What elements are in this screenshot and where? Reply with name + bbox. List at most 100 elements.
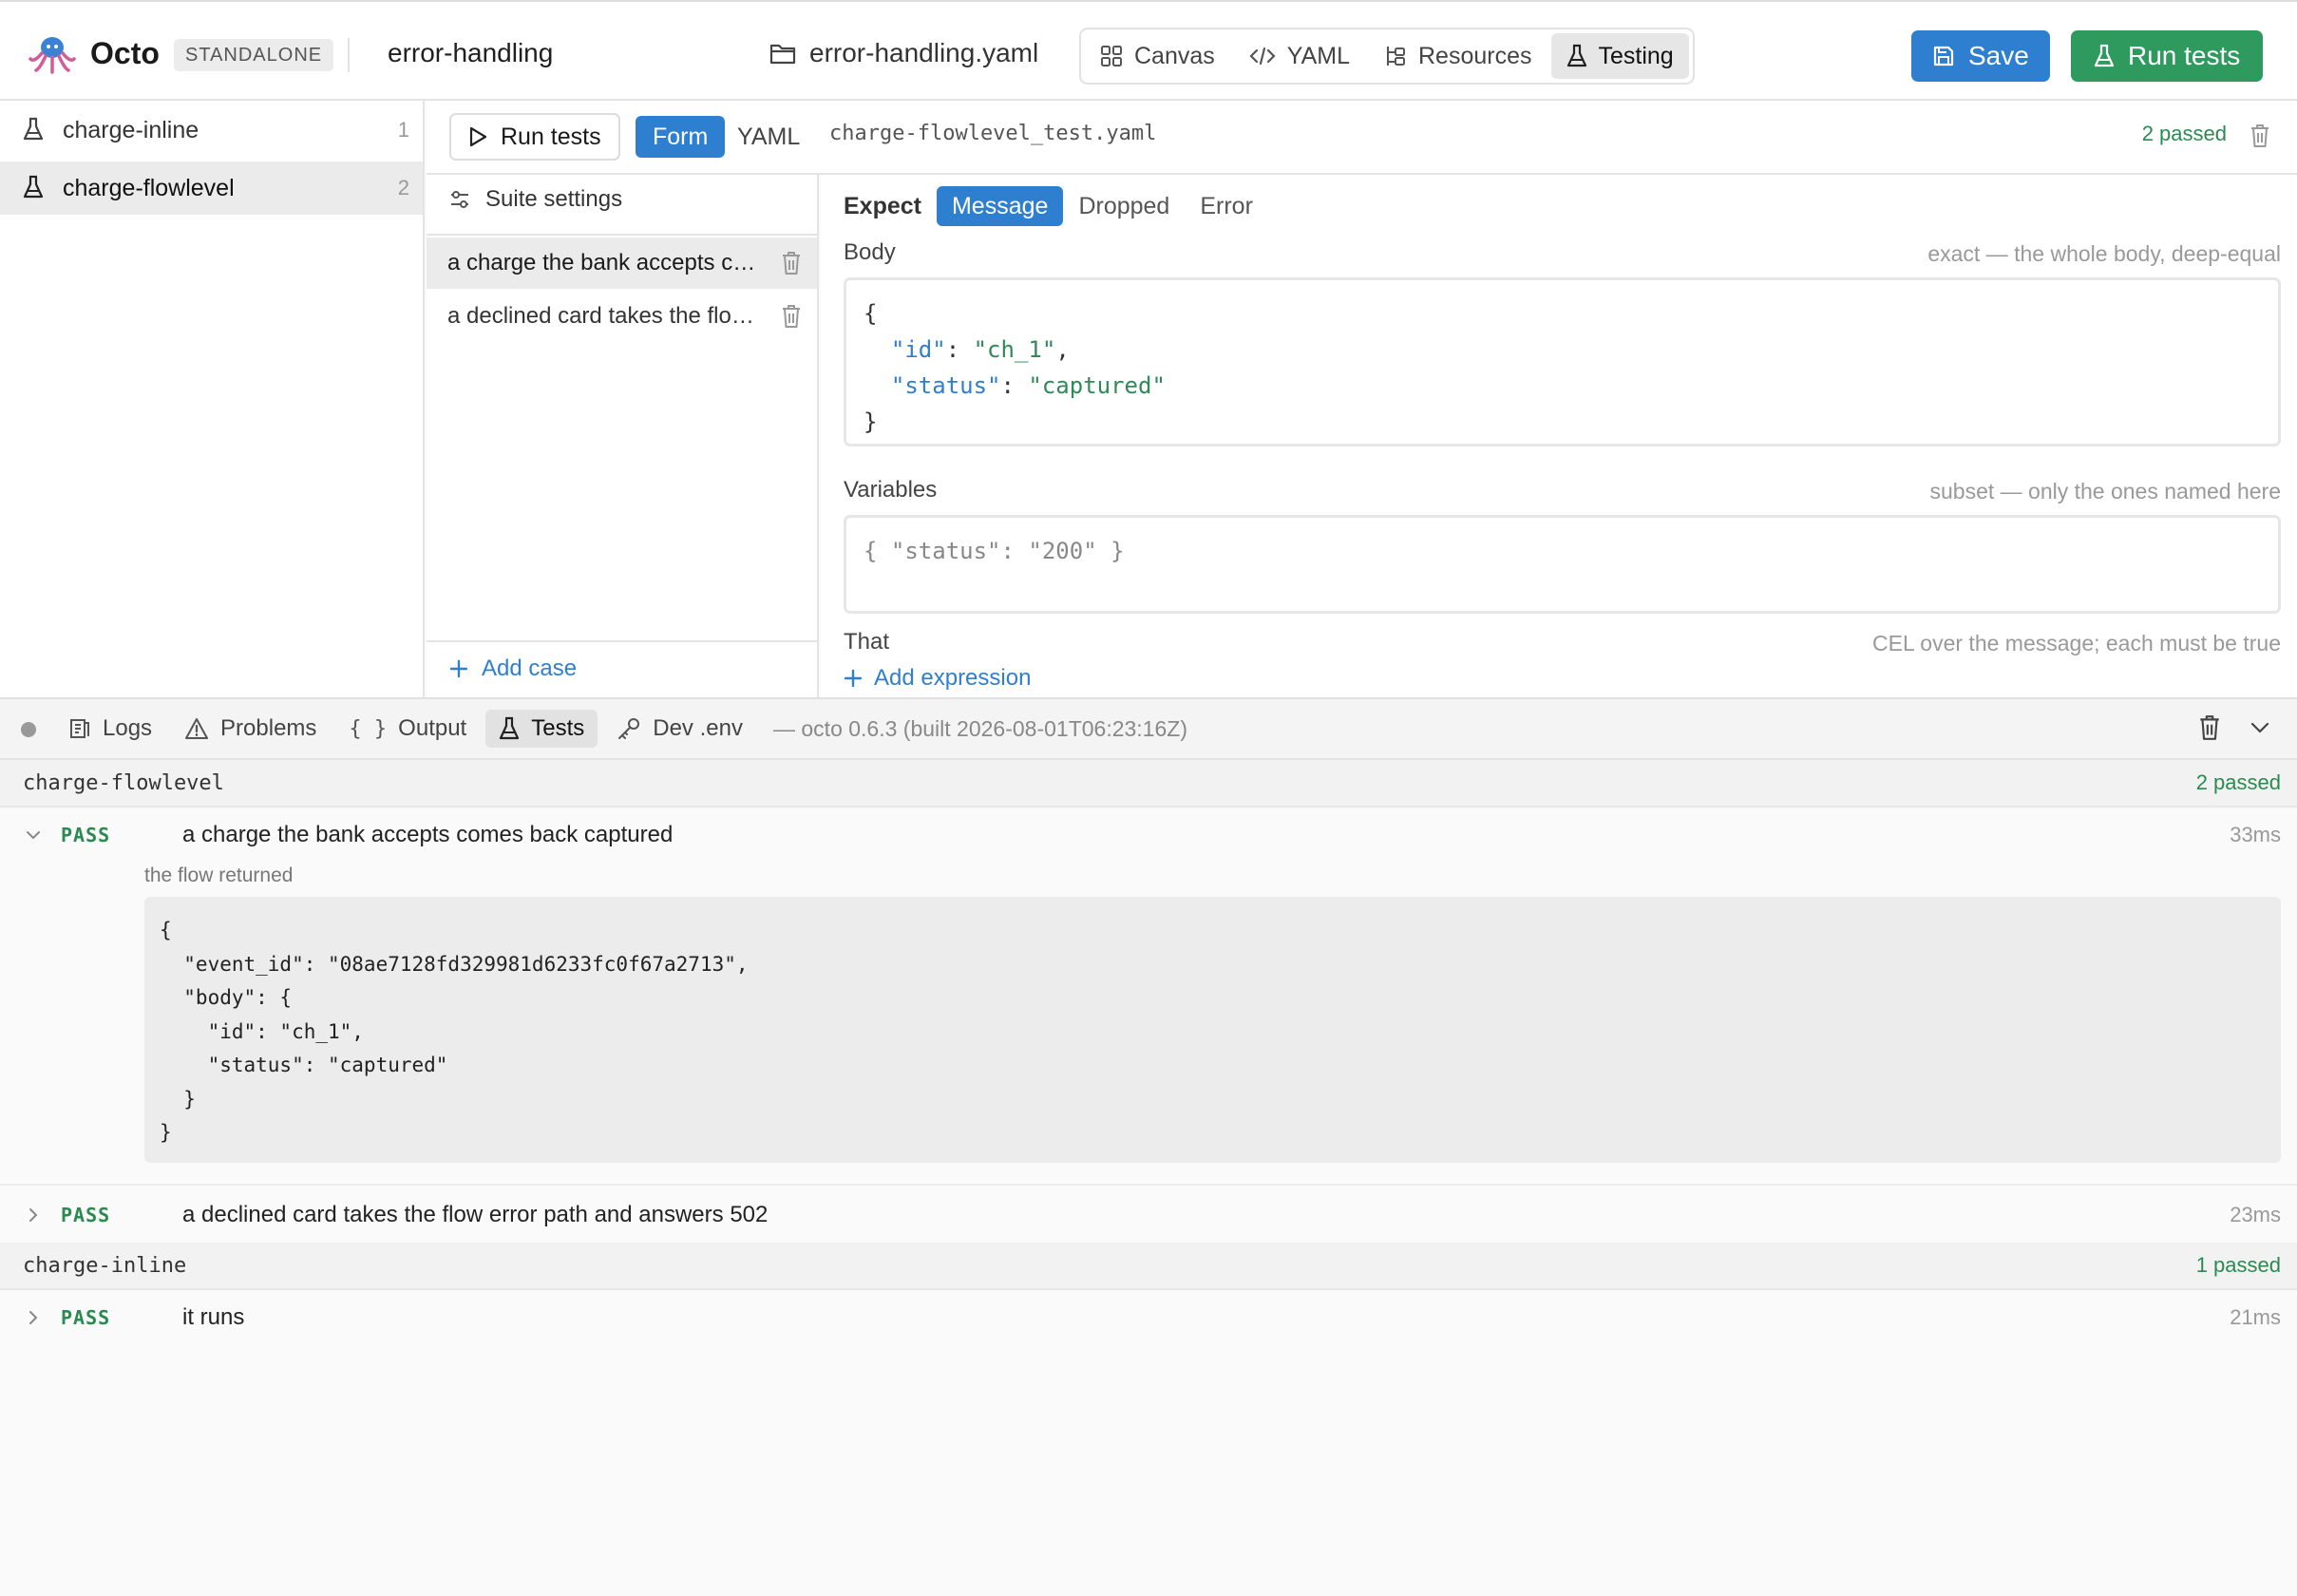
- version-label: — octo 0.6.3 (built 2026-08-01T06:23:16Z…: [773, 716, 1187, 741]
- suite-sidebar: charge-inline 1 charge-flowlevel 2: [0, 101, 425, 697]
- result-group-name: charge-flowlevel: [23, 770, 224, 795]
- variables-label: Variables: [844, 477, 938, 503]
- tab-tests[interactable]: Tests: [485, 710, 598, 748]
- that-hint: CEL over the message; each must be true: [1872, 631, 2281, 656]
- variables-editor[interactable]: { "status": "200" }: [844, 515, 2281, 614]
- collapse-panel-chevron-down-icon[interactable]: [2250, 720, 2270, 735]
- result-row[interactable]: PASS it runs 21ms: [0, 1292, 2297, 1343]
- run-tests-button[interactable]: Run tests: [2071, 30, 2264, 82]
- flow-file-name: error-handling.yaml: [809, 38, 1039, 67]
- add-expression-button[interactable]: Add expression: [844, 665, 1031, 692]
- flask-icon: [23, 175, 46, 201]
- chevron-down-icon[interactable]: [25, 826, 42, 844]
- add-case-button[interactable]: Add case: [449, 656, 577, 682]
- flow-file[interactable]: error-handling.yaml: [769, 38, 1038, 68]
- body-label: Body: [844, 239, 896, 265]
- code-icon: [1249, 46, 1276, 66]
- logs-icon: [68, 717, 91, 740]
- bottom-panel-bar: Logs Problems { } Output Tests Dev .env …: [0, 697, 2297, 760]
- flask-icon: [2094, 44, 2115, 68]
- delete-suite-trash-icon[interactable]: [2250, 122, 2274, 150]
- delete-case-trash-icon[interactable]: [781, 304, 802, 329]
- folder-icon: [769, 42, 796, 65]
- bottom-tabs: Logs Problems { } Output Tests Dev .env: [55, 710, 756, 748]
- tab-dropped[interactable]: Dropped: [1063, 186, 1185, 226]
- status-dot-icon: [21, 722, 36, 737]
- that-label: That: [844, 629, 890, 655]
- save-icon: [1932, 45, 1955, 67]
- result-duration: 33ms: [2230, 823, 2281, 846]
- variables-hint: subset — only the ones named here: [1929, 479, 2281, 504]
- suite-name: charge-inline: [63, 116, 199, 143]
- pass-status: PASS: [61, 1204, 111, 1226]
- tab-testing[interactable]: Testing: [1550, 33, 1689, 79]
- cases-panel: Suite settings a charge the bank accepts…: [427, 175, 819, 697]
- editor-toolbar: Run tests Form YAML charge-flowlevel_tes…: [427, 101, 2297, 175]
- tab-canvas[interactable]: Canvas: [1085, 33, 1230, 79]
- warning-icon: [184, 717, 209, 740]
- tab-output[interactable]: { } Output: [335, 710, 480, 748]
- chevron-right-icon[interactable]: [25, 1309, 42, 1326]
- top-bar: Octo STANDALONE error-handling error-han…: [0, 0, 2297, 101]
- tab-message[interactable]: Message: [936, 186, 1064, 226]
- resources-icon: [1384, 45, 1407, 67]
- mode-yaml-button[interactable]: YAML: [737, 116, 800, 158]
- result-duration: 21ms: [2230, 1305, 2281, 1329]
- tab-resources[interactable]: Resources: [1369, 33, 1547, 79]
- result-group-header: charge-flowlevel 2 passed: [0, 760, 2297, 808]
- tab-dev-env[interactable]: Dev .env: [603, 710, 756, 748]
- view-tabs: Canvas YAML Resources Testing: [1079, 28, 1695, 85]
- result-group-header: charge-inline 1 passed: [0, 1243, 2297, 1290]
- play-icon: [468, 126, 487, 147]
- tab-logs[interactable]: Logs: [55, 710, 165, 748]
- flask-icon: [1566, 44, 1587, 68]
- case-item[interactable]: a charge the bank accepts comes back cap…: [427, 238, 817, 289]
- divider: [427, 234, 817, 236]
- expect-tabs: Expect Message Dropped Error: [844, 186, 1268, 226]
- plus-icon: [449, 659, 468, 678]
- result-name: it runs: [182, 1304, 245, 1330]
- test-file-name: charge-flowlevel_test.yaml: [829, 122, 1157, 145]
- suite-passed-count: 2 passed: [2141, 122, 2227, 145]
- sliders-icon: [449, 189, 470, 210]
- delete-case-trash-icon[interactable]: [781, 251, 802, 276]
- result-name: a declined card takes the flow error pat…: [182, 1202, 769, 1227]
- test-results: charge-flowlevel 2 passed PASS a charge …: [0, 760, 2297, 1596]
- project-name[interactable]: error-handling: [388, 38, 553, 68]
- body-editor[interactable]: { "id": "ch_1", "status": "captured" }: [844, 277, 2281, 446]
- tab-problems[interactable]: Problems: [171, 710, 330, 748]
- returned-payload: { "event_id": "08ae7128fd329981d6233fc0f…: [144, 897, 2281, 1163]
- divider: [348, 38, 350, 72]
- case-item[interactable]: a declined card takes the flow error pat…: [427, 291, 817, 342]
- clear-results-trash-icon[interactable]: [2198, 714, 2221, 741]
- case-label: a declined card takes the flow error pat…: [447, 303, 761, 329]
- pass-status: PASS: [61, 824, 111, 846]
- tab-yaml[interactable]: YAML: [1234, 33, 1365, 79]
- suite-case-count: 2: [397, 176, 409, 200]
- key-icon: [617, 717, 641, 740]
- result-row[interactable]: PASS a declined card takes the flow erro…: [0, 1189, 2297, 1241]
- braces-icon: { }: [349, 716, 388, 741]
- body-hint: exact — the whole body, deep-equal: [1927, 241, 2281, 266]
- result-group-name: charge-inline: [23, 1253, 187, 1278]
- mode-badge: STANDALONE: [174, 39, 334, 71]
- run-suite-button[interactable]: Run tests: [449, 113, 620, 161]
- sidebar-item-charge-inline[interactable]: charge-inline 1: [0, 104, 423, 157]
- sidebar-item-charge-flowlevel[interactable]: charge-flowlevel 2: [0, 162, 423, 215]
- result-group-passed: 2 passed: [2195, 770, 2281, 794]
- suite-settings-button[interactable]: Suite settings: [449, 186, 622, 213]
- mode-form-button[interactable]: Form: [636, 116, 726, 158]
- case-label: a charge the bank accepts comes back cap…: [447, 250, 761, 276]
- result-row[interactable]: PASS a charge the bank accepts comes bac…: [0, 809, 2297, 861]
- expect-label: Expect: [844, 192, 921, 219]
- returned-label: the flow returned: [144, 864, 294, 886]
- save-button[interactable]: Save: [1911, 30, 2050, 82]
- suite-name: charge-flowlevel: [63, 174, 235, 201]
- divider: [0, 1184, 2297, 1186]
- result-duration: 23ms: [2230, 1203, 2281, 1226]
- tab-error[interactable]: Error: [1185, 186, 1268, 226]
- chevron-right-icon[interactable]: [25, 1206, 42, 1224]
- flask-icon: [499, 716, 520, 741]
- octopus-logo-icon: [28, 34, 76, 74]
- pass-status: PASS: [61, 1306, 111, 1329]
